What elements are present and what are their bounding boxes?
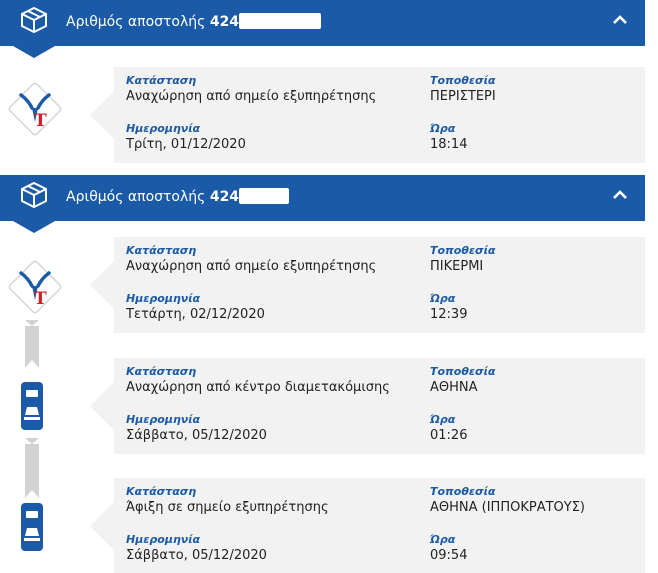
acs-logo-icon: T [8, 82, 62, 136]
location-label: Τοποθεσία [430, 485, 496, 498]
svg-text:T: T [34, 289, 47, 309]
status-value: Αναχώρηση από κέντρο διαμετακόμισης [126, 380, 390, 395]
redaction-box [239, 188, 290, 204]
header-notch [13, 46, 55, 58]
date-label: Ημερομηνία [126, 413, 201, 426]
date-value: Σάββατο, 05/12/2020 [126, 428, 267, 443]
svg-text:T: T [34, 111, 47, 131]
time-label: Ώρα [430, 413, 456, 426]
timeline-connector [25, 438, 39, 498]
status-label: Κατάσταση [126, 244, 197, 257]
shipment-number-label: Αριθμός αποστολής [66, 189, 206, 205]
location-value: ΠΕΡΙΣΤΕΡΙ [430, 89, 496, 104]
location-label: Τοποθεσία [430, 365, 496, 378]
time-value: 01:26 [430, 428, 468, 443]
time-label: Ώρα [430, 292, 456, 305]
time-value: 09:54 [430, 548, 468, 563]
tracking-event-card: Κατάσταση Άφιξη σε σημείο εξυπηρέτησης Τ… [90, 478, 645, 573]
shipment-header[interactable]: Αριθμός αποστολής 424 [0, 0, 645, 58]
location-value: ΑΘΗΝΑ (ΙΠΠΟΚΡΑΤΟΥΣ) [430, 500, 585, 515]
time-value: 12:39 [430, 307, 468, 322]
shipment-title: Αριθμός αποστολής 424 [66, 188, 290, 205]
truck-icon [21, 503, 43, 551]
date-value: Σάββατο, 05/12/2020 [126, 548, 267, 563]
package-icon [21, 6, 47, 34]
date-label: Ημερομηνία [126, 292, 201, 305]
status-label: Κατάσταση [126, 365, 197, 378]
shipment-number: 424 [209, 14, 240, 30]
time-value: 18:14 [430, 137, 468, 152]
acs-logo-icon: T [8, 260, 62, 314]
time-label: Ώρα [430, 533, 456, 546]
tracking-event-card: Κατάσταση Αναχώρηση από σημείο εξυπηρέτη… [90, 67, 645, 163]
redaction-box [239, 13, 322, 29]
location-value: ΑΘΗΝΑ [430, 380, 478, 395]
date-label: Ημερομηνία [126, 533, 201, 546]
chevron-up-icon[interactable] [611, 186, 629, 204]
status-value: Άφιξη σε σημείο εξυπηρέτησης [126, 500, 329, 515]
tracking-event-card: Κατάσταση Αναχώρηση από κέντρο διαμετακό… [90, 358, 645, 454]
tracking-event-card: Κατάσταση Αναχώρηση από σημείο εξυπηρέτη… [90, 237, 645, 333]
location-label: Τοποθεσία [430, 244, 496, 257]
header-notch [13, 221, 55, 233]
package-icon [21, 181, 47, 209]
date-value: Τετάρτη, 02/12/2020 [126, 307, 265, 322]
status-value: Αναχώρηση από σημείο εξυπηρέτησης [126, 89, 377, 104]
shipment-header[interactable]: Αριθμός αποστολής 424 [0, 175, 645, 233]
date-label: Ημερομηνία [126, 122, 201, 135]
time-label: Ώρα [430, 122, 456, 135]
chevron-up-icon[interactable] [611, 11, 629, 29]
shipment-number: 424 [209, 189, 240, 205]
shipment-number-label: Αριθμός αποστολής [66, 14, 206, 30]
timeline-connector [25, 320, 39, 368]
status-label: Κατάσταση [126, 74, 197, 87]
truck-icon [21, 382, 43, 430]
shipment-title: Αριθμός αποστολής 424 [66, 13, 322, 30]
status-value: Αναχώρηση από σημείο εξυπηρέτησης [126, 259, 377, 274]
location-value: ΠΙΚΕΡΜΙ [430, 259, 484, 274]
date-value: Τρίτη, 01/12/2020 [126, 137, 246, 152]
status-label: Κατάσταση [126, 485, 197, 498]
location-label: Τοποθεσία [430, 74, 496, 87]
